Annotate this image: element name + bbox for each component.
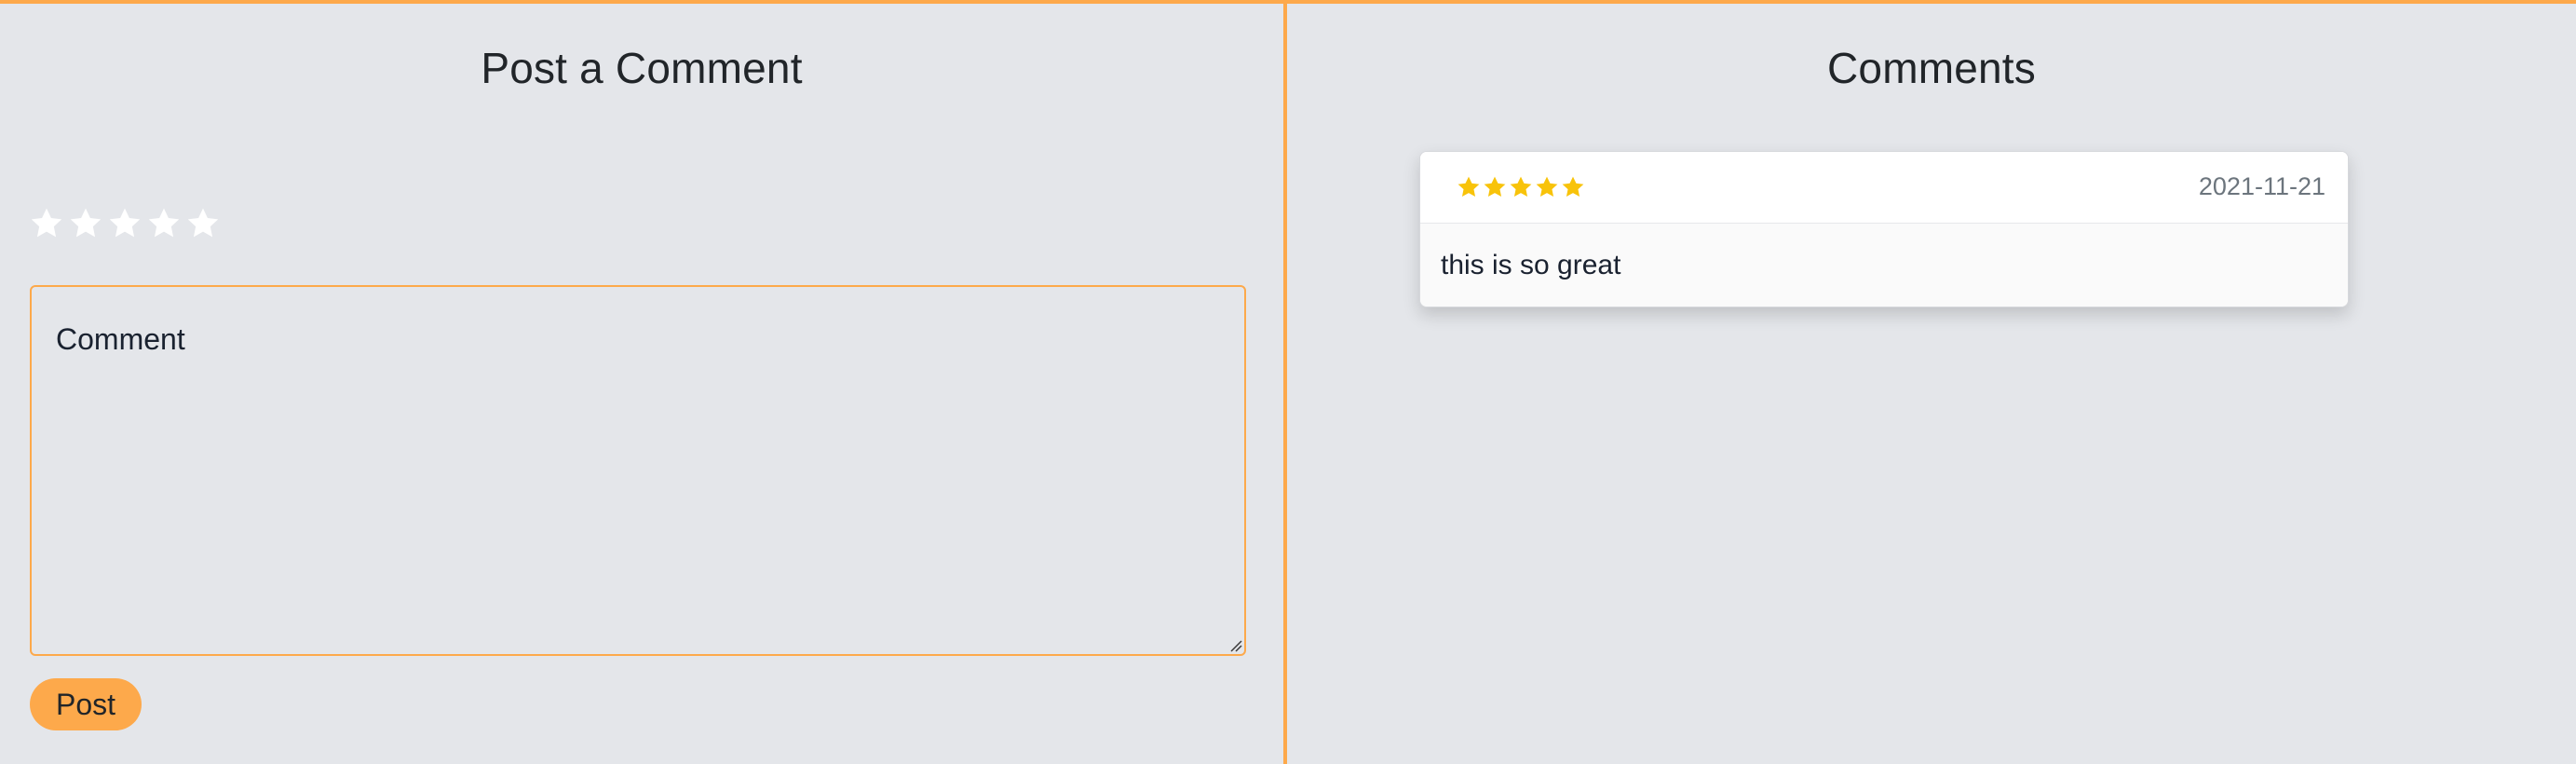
star-filled-icon	[1562, 176, 1584, 198]
comment-text: this is so great	[1441, 250, 1621, 280]
comment-date: 2021-11-21	[2198, 172, 2325, 200]
comments-panel: Comments 2021-11-21 this is so great	[1287, 4, 2576, 764]
rating-star-1-icon[interactable]	[28, 205, 65, 242]
comment-card-header: 2021-11-21	[1420, 152, 2348, 224]
comment-rating	[1456, 174, 1586, 200]
page: Post a Comment Post Comme	[0, 0, 2576, 764]
post-comment-title: Post a Comment	[481, 44, 803, 92]
comment-textarea[interactable]	[30, 285, 1246, 656]
resize-grip-icon[interactable]	[1229, 639, 1242, 652]
star-filled-icon	[1484, 176, 1506, 198]
star-filled-icon	[1457, 176, 1480, 198]
rating-star-4-icon[interactable]	[145, 205, 183, 242]
rating-star-5-icon[interactable]	[184, 205, 222, 242]
star-filled-icon	[1536, 176, 1558, 198]
rating-star-2-icon[interactable]	[67, 205, 104, 242]
comment-card: 2021-11-21 this is so great	[1419, 151, 2349, 307]
post-comment-panel: Post a Comment Post	[0, 4, 1287, 764]
comment-card-body: this is so great	[1420, 224, 2348, 307]
rating-star-3-icon[interactable]	[106, 205, 143, 242]
comments-title: Comments	[1827, 44, 2036, 92]
star-filled-icon	[1510, 176, 1532, 198]
post-button[interactable]: Post	[30, 678, 142, 730]
rating-input	[28, 205, 222, 242]
